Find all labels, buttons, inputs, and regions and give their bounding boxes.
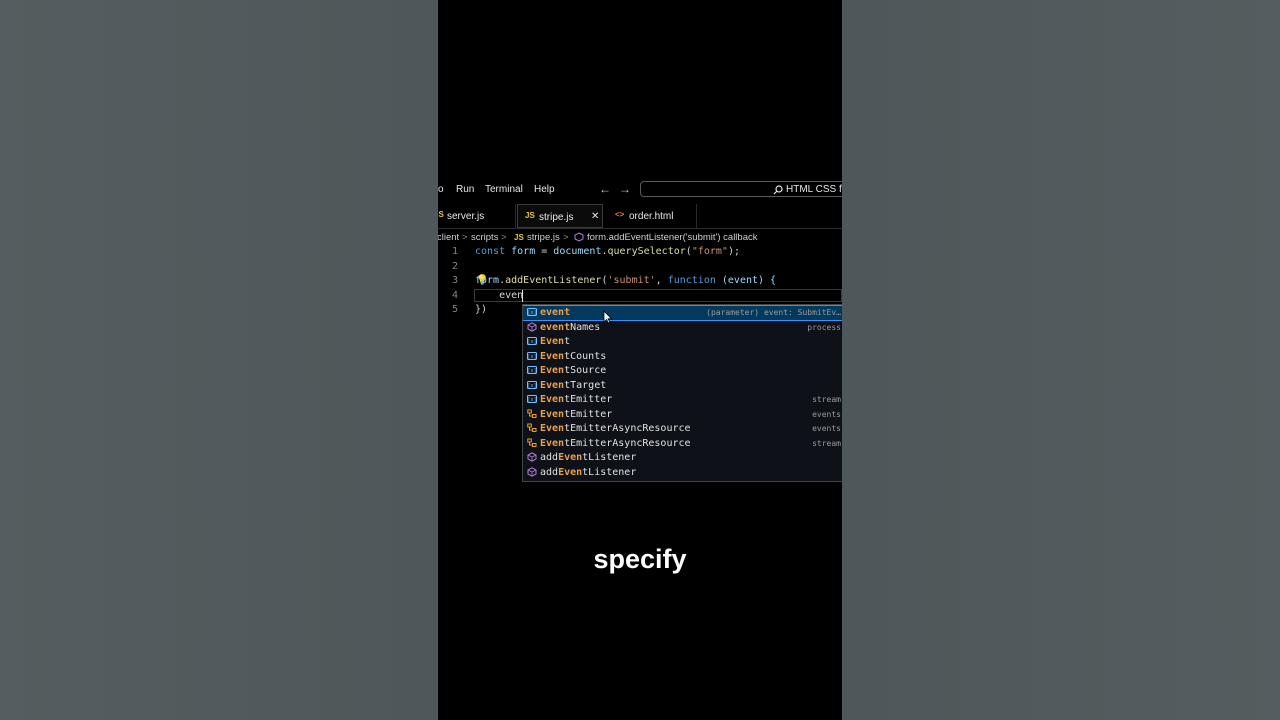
variable-icon: [x] [527, 307, 537, 317]
menu-item-help[interactable]: Help [534, 184, 555, 195]
class-icon [527, 409, 537, 419]
suggestion-item[interactable]: addEventListener [523, 451, 842, 465]
tab-server-js[interactable]: JS server.js [438, 204, 516, 228]
suggestion-item[interactable]: [x] EventEmitter stream [523, 393, 842, 407]
command-center-search[interactable]: HTML CSS fro [640, 181, 842, 197]
search-label: HTML CSS fro [786, 184, 842, 195]
suggestion-item[interactable]: EventEmitterAsyncResource stream [523, 437, 842, 451]
line-number: 2 [451, 261, 458, 272]
chevron-right-icon: > [563, 232, 569, 243]
method-icon [527, 452, 537, 462]
left-background [0, 0, 438, 720]
svg-text:[x]: [x] [527, 354, 536, 360]
suggestion-detail: process [807, 322, 841, 332]
svg-text:[x]: [x] [527, 368, 536, 374]
js-file-icon: JS [525, 211, 535, 220]
js-file-icon: JS [514, 233, 524, 242]
suggestion-item[interactable]: eventNames process [523, 321, 842, 335]
method-icon [574, 232, 584, 242]
tab-label: stripe.js [539, 212, 574, 223]
right-background [842, 0, 1280, 720]
suggestion-item[interactable]: EventEmitter events [523, 408, 842, 422]
suggestion-label: EventSource [540, 365, 607, 376]
code-line-3: form.addEventListener('submit', function… [475, 275, 777, 286]
suggestion-label: EventEmitterAsyncResource [540, 437, 691, 449]
suggestion-detail: stream [812, 438, 841, 448]
variable-icon: [x] [527, 394, 537, 404]
suggestion-label: addEventListener [540, 452, 637, 463]
tab-stripe-js[interactable]: JS stripe.js ✕ [517, 204, 603, 228]
line-number: 3 [451, 275, 458, 286]
suggestion-item[interactable]: [x] EventCounts [523, 350, 842, 364]
suggestion-label: EventCounts [540, 350, 607, 362]
chevron-right-icon: > [501, 232, 507, 243]
suggestion-label: addEventListener [540, 466, 637, 478]
svg-text:[x]: [x] [527, 383, 536, 389]
suggestion-detail: (parameter) event: SubmitEv… [706, 308, 841, 317]
suggestion-detail: events [812, 424, 841, 433]
line-number: 1 [451, 246, 458, 257]
code-line-4: even [475, 290, 524, 301]
suggestion-item[interactable]: [x] EventSource [523, 364, 842, 378]
search-icon [773, 185, 783, 195]
suggestion-detail: events [812, 409, 841, 419]
variable-icon: [x] [527, 380, 537, 390]
line-number: 4 [451, 290, 458, 301]
breadcrumb-scripts[interactable]: scripts [471, 232, 498, 243]
tab-order-html[interactable]: <> order.html [605, 204, 697, 228]
suggestion-item[interactable]: [x] Event [523, 335, 842, 349]
tab-label: server.js [447, 211, 485, 222]
variable-icon: [x] [527, 336, 537, 346]
method-icon [527, 466, 537, 477]
chevron-right-icon: > [462, 232, 468, 243]
text-cursor [522, 290, 523, 302]
suggestion-label: EventEmitter [540, 394, 613, 405]
close-icon[interactable]: ✕ [591, 211, 599, 222]
method-icon [527, 321, 537, 332]
menu-item-run[interactable]: Run [456, 184, 474, 195]
breadcrumb: client > scripts > JS stripe.js > form.a… [438, 232, 842, 244]
autocomplete-suggestions[interactable]: [x] event (parameter) event: SubmitEv… even… [522, 304, 842, 482]
video-caption: specify [593, 544, 687, 574]
suggestion-item[interactable]: EventEmitterAsyncResource events [523, 422, 842, 436]
svg-text:[x]: [x] [527, 339, 536, 345]
suggestion-label: EventTarget [540, 379, 607, 391]
suggestion-detail: stream [812, 395, 841, 404]
svg-text:[x]: [x] [527, 397, 536, 403]
menu-item-go[interactable]: o [438, 184, 444, 195]
menu-item-terminal[interactable]: Terminal [485, 184, 523, 195]
suggestion-item[interactable]: addEventListener [523, 466, 842, 480]
editor-tabs: JS server.js JS stripe.js ✕ <> order.htm… [438, 204, 842, 229]
suggestion-label: EventEmitter [540, 408, 613, 420]
breadcrumb-callback[interactable]: form.addEventListener('submit') callback [587, 232, 757, 243]
code-line-5: }) [475, 304, 488, 315]
line-number: 5 [451, 304, 458, 315]
suggestion-item[interactable]: [x] EventTarget [523, 379, 842, 393]
mouse-pointer-icon [603, 310, 613, 324]
back-arrow-icon[interactable]: ← [599, 182, 611, 196]
video-frame: o Run Terminal Help ← → HTML CSS fro JS … [438, 0, 842, 720]
js-file-icon: JS [438, 210, 444, 219]
class-icon [527, 423, 537, 433]
svg-text:[x]: [x] [527, 310, 536, 316]
html-file-icon: <> [615, 210, 625, 219]
suggestion-label: EventEmitterAsyncResource [540, 423, 691, 434]
forward-arrow-icon[interactable]: → [619, 182, 631, 196]
breadcrumb-client[interactable]: client [438, 232, 459, 243]
tab-label: order.html [629, 211, 674, 222]
suggestion-label: event [540, 307, 571, 318]
breadcrumb-file[interactable]: stripe.js [527, 232, 560, 243]
suggestion-label: Event [540, 336, 571, 347]
variable-icon: [x] [527, 351, 537, 361]
suggestion-item[interactable]: [x] event (parameter) event: SubmitEv… [523, 305, 842, 321]
class-icon [527, 438, 537, 448]
code-line-1: const form = document.querySelector("for… [475, 246, 740, 257]
suggestion-label: eventNames [540, 321, 601, 333]
current-line-highlight [474, 289, 842, 302]
variable-icon: [x] [527, 365, 537, 375]
